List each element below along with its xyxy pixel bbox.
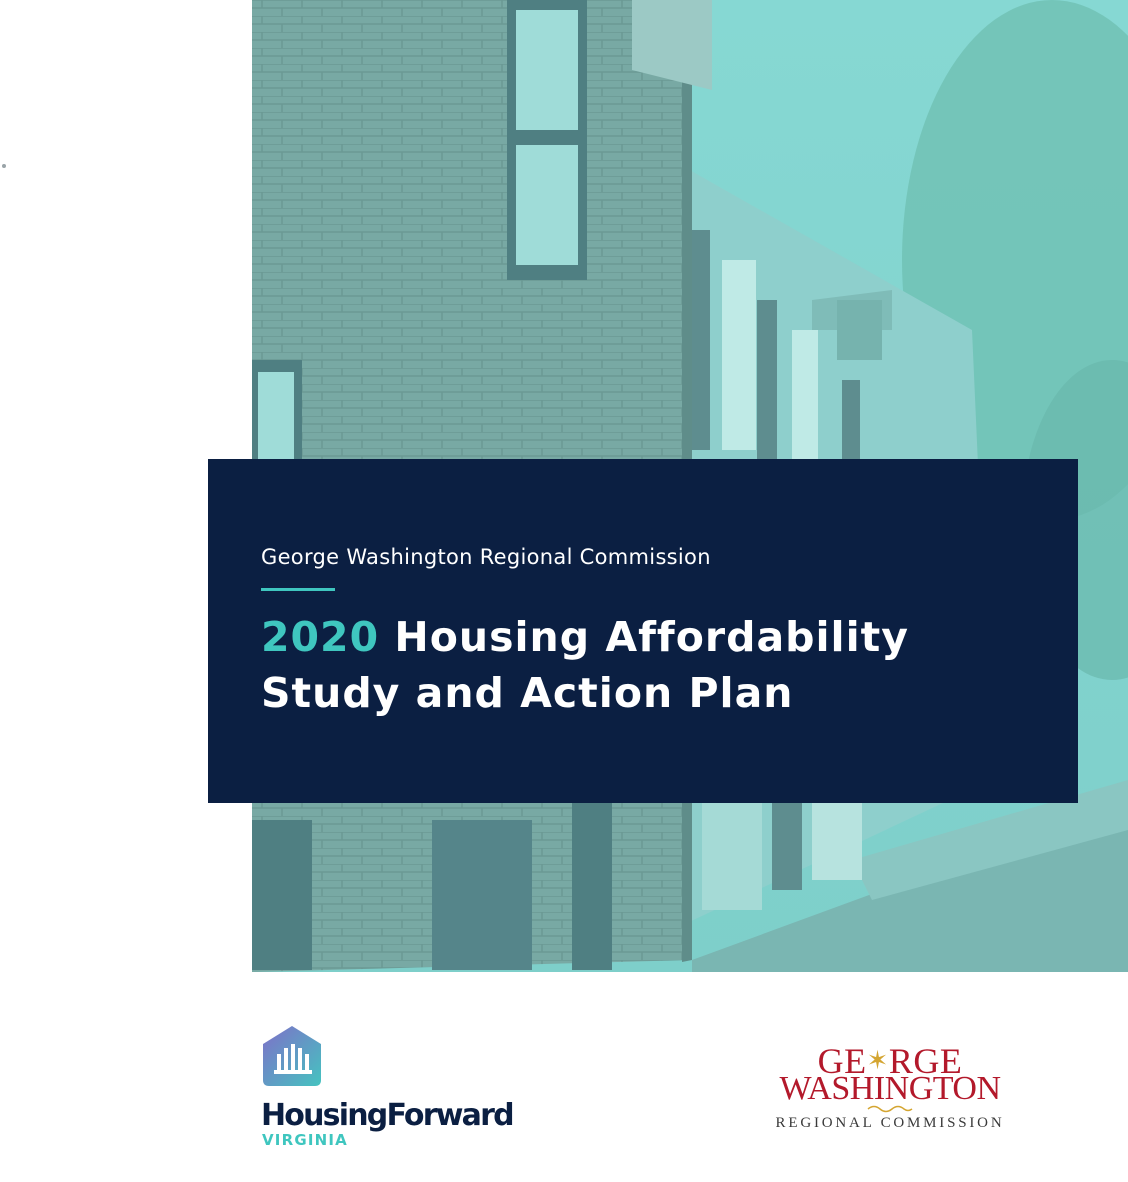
housing-forward-virginia-label: VIRGINIA <box>262 1131 348 1149</box>
housing-forward-wordmark: HousingForward <box>261 1098 515 1133</box>
ornament-icon <box>867 1105 913 1113</box>
stray-dot <box>2 164 6 168</box>
housing-forward-virginia-logo: HousingForward VIRGINIA <box>261 1024 515 1154</box>
gwrc-logo: GE✶RGE WASHINGTON REGIONAL COMMISSION <box>770 1043 1010 1134</box>
gwrc-regional-commission: REGIONAL COMMISSION <box>775 1115 1005 1131</box>
accent-rule <box>261 588 335 591</box>
house-columns-icon <box>261 1024 323 1088</box>
title-box: George Washington Regional Commission 20… <box>208 459 1078 803</box>
gwrc-washington: WASHINGTON <box>779 1070 1001 1107</box>
organization-name: George Washington Regional Commission <box>261 545 711 569</box>
document-title: 2020 Housing Affordability Study and Act… <box>261 609 1061 721</box>
title-line1: Housing Affordability <box>394 613 909 661</box>
title-line2: Study and Action Plan <box>261 669 794 717</box>
title-year: 2020 <box>261 613 380 661</box>
